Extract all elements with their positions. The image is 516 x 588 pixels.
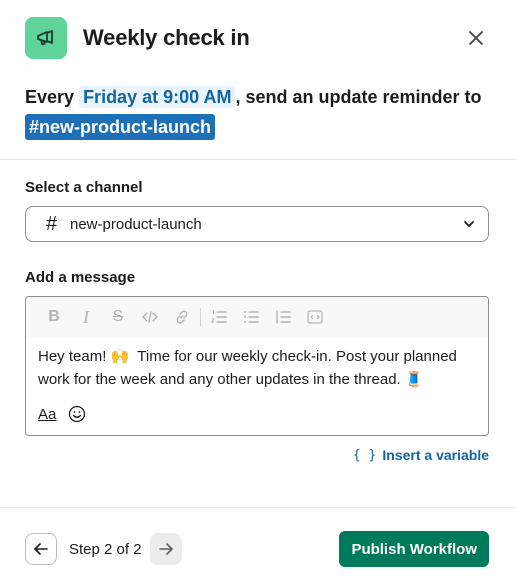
divider: [0, 159, 516, 160]
braces-icon: { }: [352, 447, 377, 463]
toolbar-divider: [200, 308, 201, 326]
modal-header: Weekly check in: [25, 17, 491, 59]
hash-icon: #: [46, 212, 58, 235]
message-label: Add a message: [25, 269, 136, 286]
bold-icon[interactable]: B: [38, 305, 70, 329]
strikethrough-icon[interactable]: S: [102, 305, 134, 329]
message-editor[interactable]: B I S Hey team! 🙌 Time for our weekly ch…: [25, 296, 489, 436]
channel-select-value: new-product-launch: [70, 215, 202, 233]
close-icon: [469, 31, 483, 45]
ordered-list-icon[interactable]: [203, 305, 235, 329]
chevron-down-icon: [462, 217, 476, 231]
insert-variable-link[interactable]: { } Insert a variable: [353, 447, 489, 463]
step-indicator: Step 2 of 2: [69, 540, 142, 558]
code-icon[interactable]: [134, 305, 166, 329]
footer-divider: [0, 507, 516, 508]
message-text-start: Hey team!: [38, 348, 107, 365]
thread-emoji: 🧵: [404, 370, 424, 388]
link-icon[interactable]: [166, 305, 198, 329]
channel-label: Select a channel: [25, 179, 143, 196]
arrow-right-icon: [158, 543, 173, 555]
editor-footer: Aa: [38, 405, 86, 423]
summary-prefix: Every: [25, 87, 75, 107]
format-toggle-button[interactable]: Aa: [38, 406, 56, 423]
publish-workflow-button[interactable]: Publish Workflow: [339, 531, 489, 567]
channel-select[interactable]: # new-product-launch: [25, 206, 489, 242]
message-text[interactable]: Hey team! 🙌 Time for our weekly check-in…: [26, 337, 488, 391]
modal-footer: Step 2 of 2 Publish Workflow: [25, 531, 489, 567]
blockquote-icon[interactable]: [267, 305, 299, 329]
raised-hands-emoji: 🙌: [110, 347, 130, 365]
modal-title: Weekly check in: [83, 25, 250, 50]
insert-variable-label: Insert a variable: [382, 447, 489, 463]
emoji-picker-icon[interactable]: [68, 405, 86, 423]
summary-middle: , send an update reminder to: [235, 87, 482, 107]
italic-icon[interactable]: I: [70, 305, 102, 329]
bulleted-list-icon[interactable]: [235, 305, 267, 329]
megaphone-icon: [25, 17, 67, 59]
formatting-toolbar: B I S: [26, 297, 488, 337]
close-button[interactable]: [461, 23, 491, 53]
channel-chip[interactable]: #new-product-launch: [25, 114, 216, 140]
arrow-left-icon: [34, 543, 48, 555]
previous-step-button[interactable]: [25, 533, 57, 565]
next-step-button[interactable]: [149, 533, 182, 565]
workflow-summary: Every Friday at 9:00 AM, send an update …: [25, 82, 495, 142]
schedule-time-chip[interactable]: Friday at 9:00 AM: [79, 86, 236, 108]
code-block-icon[interactable]: [299, 305, 331, 329]
